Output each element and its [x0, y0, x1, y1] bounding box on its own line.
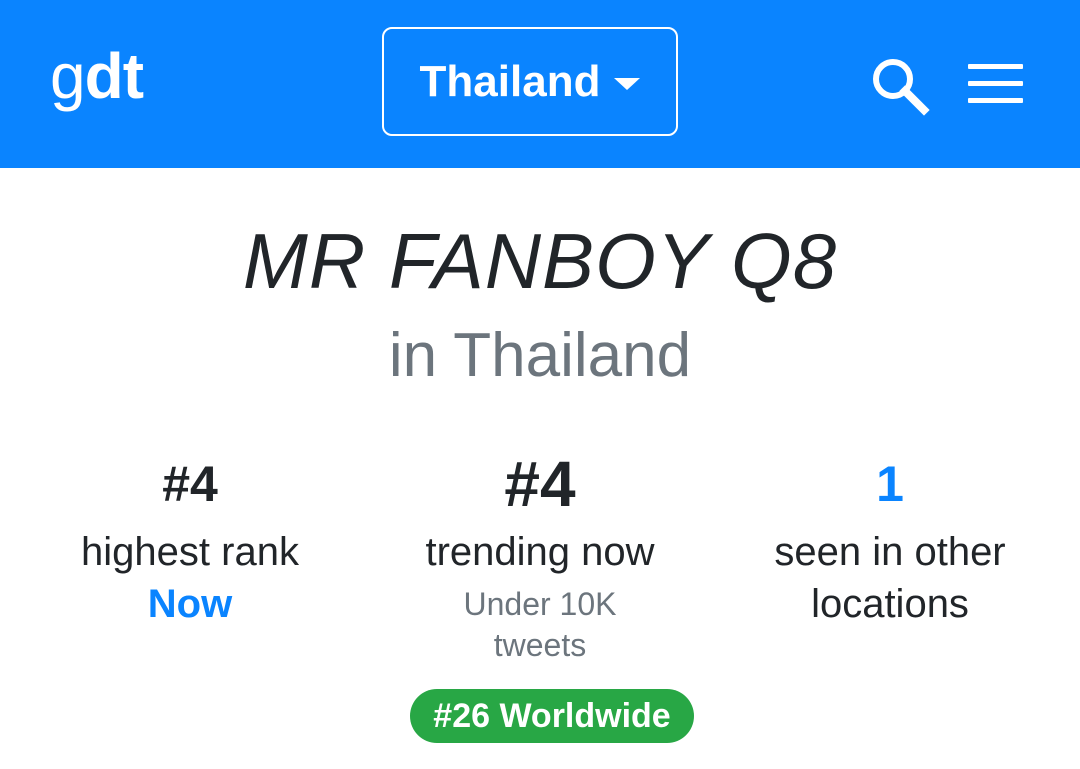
tweet-volume: Under 10K tweets	[360, 584, 720, 666]
trending-now-label: trending now	[425, 530, 655, 574]
highest-rank-time: Now	[147, 582, 233, 626]
other-locations-count[interactable]: 1	[710, 448, 1070, 520]
gdt-logo[interactable]: gdt	[50, 36, 144, 116]
highest-rank-value: #4	[162, 456, 218, 512]
search-icon	[873, 59, 930, 116]
location-label: Thailand	[419, 56, 601, 106]
search-button[interactable]	[868, 54, 932, 118]
other-locations-label-line1: seen in other	[774, 530, 1006, 574]
top-navbar: gdt Thailand	[0, 0, 1080, 168]
highest-rank-stat: #4 highest rank Now	[10, 448, 370, 630]
logo-dt: dt	[84, 40, 144, 112]
tweet-volume-line2: tweets	[493, 627, 587, 663]
worldwide-rank-badge[interactable]: #26 Worldwide	[410, 689, 694, 743]
other-locations-stat[interactable]: 1 seen in other locations	[710, 448, 1070, 630]
trending-now-value: #4	[504, 448, 576, 520]
location-dropdown-button[interactable]: Thailand	[382, 27, 678, 136]
other-locations-label-line2: locations	[811, 582, 969, 626]
highest-rank-label: highest rank	[81, 530, 299, 574]
trend-title: MR FANBOY Q8	[242, 217, 838, 305]
trending-now-stat: #4 trending now Under 10K tweets	[360, 448, 720, 666]
hamburger-menu-button[interactable]	[966, 62, 1026, 106]
trend-location-subtitle: in Thailand	[388, 321, 692, 390]
caret-down-icon	[614, 77, 641, 90]
menu-line-middle	[968, 81, 1023, 86]
other-locations-label: seen in other locations	[710, 526, 1070, 630]
logo-g: g	[50, 40, 86, 112]
menu-line-bottom	[968, 98, 1023, 103]
menu-line-top	[968, 64, 1023, 69]
tweet-volume-line1: Under 10K	[463, 586, 617, 622]
